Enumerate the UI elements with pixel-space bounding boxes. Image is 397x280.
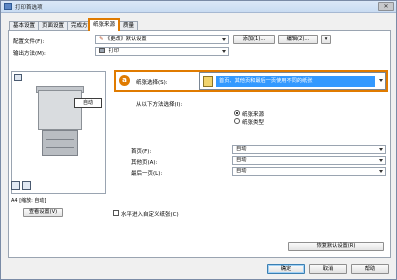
add-profile-button[interactable]: 添加(1)...: [233, 35, 275, 44]
radio-paper-type-label: 纸张类型: [242, 120, 265, 126]
profile-label: 配置文件(F):: [13, 39, 45, 45]
cancel-button[interactable]: 取消: [309, 264, 347, 274]
radio-paper-source[interactable]: [234, 110, 240, 116]
select-from-label: 从以下方法选择(I):: [136, 102, 183, 108]
restore-defaults-button[interactable]: 恢复默认设置(R): [288, 242, 384, 251]
last-page-label: 最后一页(L):: [131, 171, 163, 177]
first-page-label: 首页(F):: [131, 149, 152, 155]
chevron-down-icon: [221, 36, 227, 43]
profile-menu-button[interactable]: ▾: [321, 35, 331, 44]
pencil-icon: ✎: [99, 36, 104, 42]
radio-paper-source-label: 纸张来源: [242, 112, 265, 118]
radio-paper-type[interactable]: [234, 118, 240, 124]
output-method-select[interactable]: 打印: [95, 47, 229, 56]
output-method-value: 打印: [108, 48, 120, 54]
last-page-select[interactable]: 自动: [232, 167, 386, 176]
help-button[interactable]: 帮助: [351, 264, 389, 274]
preview-mode-icon[interactable]: [14, 74, 22, 81]
printer-body-illustration: [38, 90, 82, 130]
first-page-select[interactable]: 自动: [232, 145, 386, 154]
custom-paper-checkbox-label: 水平进入自定义纸张(C): [121, 212, 179, 218]
other-pages-select[interactable]: 自动: [232, 156, 386, 165]
printing-preferences-window: 打印首选项 ✕ 基本设置 页面设置 完成方式 纸张来源 质量 配置文件(F): …: [0, 0, 397, 280]
profile-select[interactable]: ✎ 《更改》默认设置: [95, 35, 229, 44]
chevron-down-icon: [378, 157, 384, 164]
chevron-down-icon: [378, 146, 384, 153]
close-button[interactable]: ✕: [378, 2, 394, 11]
printer-view-icon[interactable]: [11, 181, 20, 190]
title-bar: 打印首选项 ✕: [1, 1, 396, 13]
paper-selection-label: 纸张选择(S):: [136, 80, 168, 86]
printer-app-icon: [4, 3, 12, 10]
other-pages-value: 自动: [236, 157, 247, 163]
window-title: 打印首选项: [15, 5, 43, 11]
callout-badge: a: [119, 75, 130, 86]
paper-size-info: A4 [缩放: 自动]: [11, 198, 47, 204]
output-method-label: 输出方法(M):: [13, 51, 46, 57]
paper-stack-icon: [203, 76, 213, 87]
last-page-value: 自动: [236, 168, 247, 174]
first-page-value: 自动: [236, 146, 247, 152]
printer-preview: [11, 71, 106, 194]
paper-selection-select[interactable]: 首页、其他页和最后一页使用不同的纸张: [199, 72, 386, 90]
print-icon: [99, 48, 105, 53]
paper-view-icon[interactable]: [22, 181, 31, 190]
edit-profile-button[interactable]: 编辑(2)...: [278, 35, 318, 44]
paper-selection-value: 首页、其他页和最后一页使用不同的纸张: [216, 76, 375, 87]
view-settings-button[interactable]: 查看设置(V): [23, 208, 63, 217]
auto-paper-chip[interactable]: 自动: [74, 98, 102, 108]
preview-tools: [11, 181, 39, 191]
ok-button[interactable]: 确定: [267, 264, 305, 274]
tab-paper-source[interactable]: 纸张来源: [88, 18, 121, 31]
chevron-down-icon: [378, 168, 384, 175]
profile-value: 《更改》默认设置: [105, 36, 147, 42]
chevron-down-icon: [378, 78, 384, 84]
other-pages-label: 其他页(A):: [131, 160, 158, 166]
chevron-down-icon: [221, 48, 227, 55]
printer-tray-illustration: [42, 130, 78, 156]
custom-paper-checkbox[interactable]: [113, 210, 119, 216]
